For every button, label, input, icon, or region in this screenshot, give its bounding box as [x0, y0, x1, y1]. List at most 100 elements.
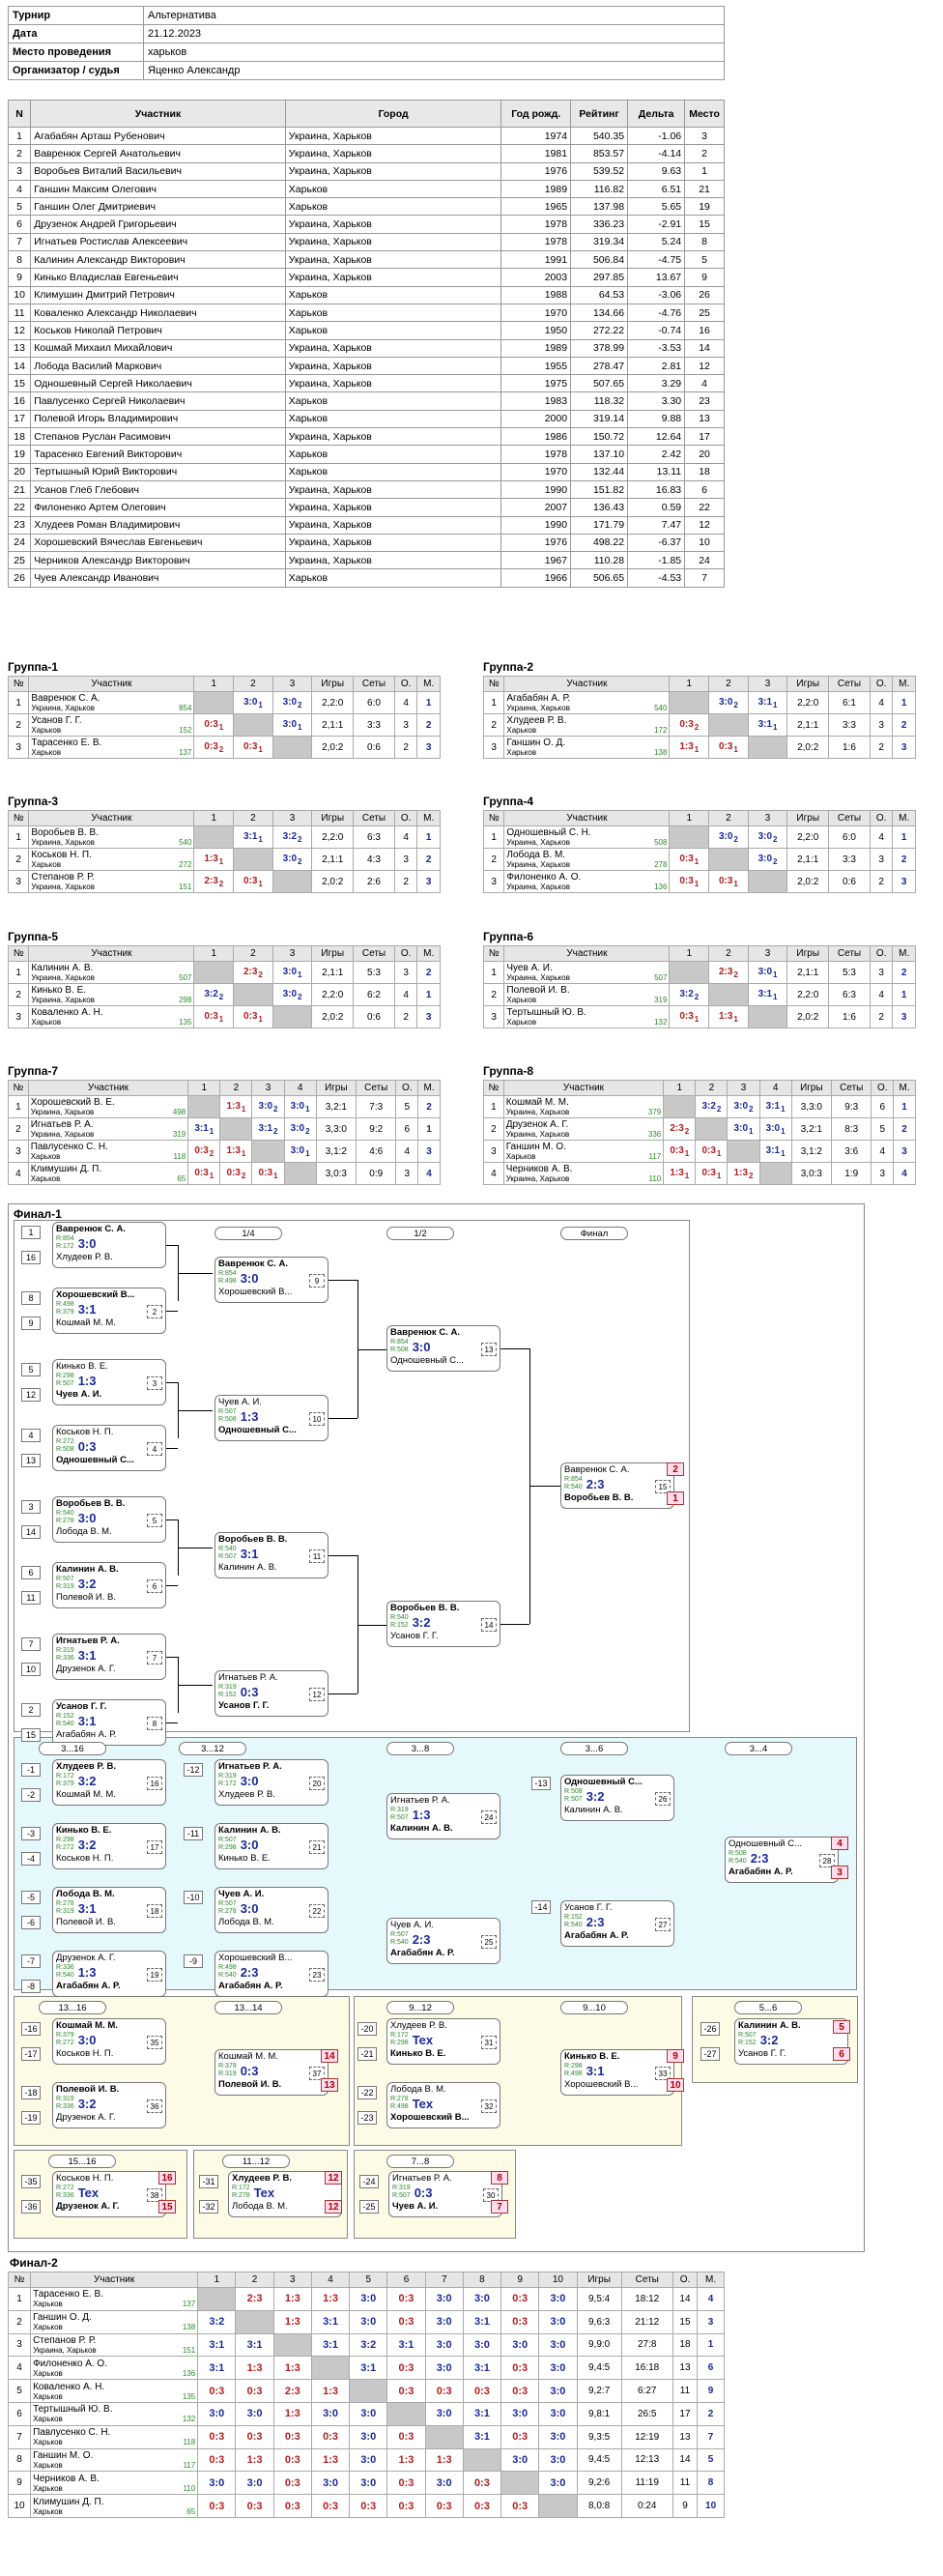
final2-points: 13 — [672, 2424, 699, 2449]
final2-score: 0:3 — [284, 2500, 300, 2512]
group-score-sub: 2 — [733, 834, 738, 844]
players-cell: 319.34 — [570, 232, 629, 252]
final2-score: 0:3 — [436, 2500, 452, 2512]
final2-header-cell: Участник — [30, 2272, 199, 2288]
final2-sets: 11:19 — [620, 2471, 673, 2496]
final2-score-cell: 3:2 — [349, 2332, 388, 2358]
seed-slot: 8 — [21, 1291, 41, 1305]
players-header-cell: Участник — [30, 100, 286, 128]
final2-num: 8 — [7, 2447, 32, 2473]
group-diag-cell — [271, 736, 313, 759]
group-header-cell: Участник — [503, 810, 671, 826]
match-player-top: Друзенок А. Г. — [56, 1953, 116, 1963]
group-points: 3 — [393, 713, 418, 737]
match-box: Хлудеев Р. В. R:172 R:298 Tex Кинько В. Е. 31 — [386, 2018, 500, 2065]
group-table: № Участник 1 2 3 Игры Сеты О. М. 1 Вавренюк С. А. У… — [7, 676, 441, 759]
final2-score: 3:0 — [512, 2453, 529, 2466]
match-player-bottom: Калинин А. В. — [564, 1805, 623, 1815]
match-rating: R:278 — [218, 1908, 237, 1915]
players-cell: 4 — [7, 179, 32, 199]
group-row-num: 2 — [482, 983, 505, 1006]
final2-place: 7 — [697, 2424, 725, 2449]
players-row: 26 Чуев Александр Иванович Харьков 1966 506.… — [7, 568, 725, 588]
match-rating: R:379 — [56, 1780, 74, 1787]
final2-score: 0:3 — [474, 2500, 490, 2512]
final2-player: Ганшин О. Д. Харьков 138 — [30, 2309, 199, 2334]
bracket-line — [166, 1382, 178, 1383]
place-badge: 4 — [831, 1837, 848, 1850]
final2-score-cell: 0:3 — [386, 2309, 426, 2334]
match-rating: R:272 — [56, 1438, 74, 1445]
group-score: 0:3 — [679, 853, 694, 864]
final2-score-cell: 0:3 — [235, 2494, 274, 2518]
match-box: Кинько В. Е. R:298 R:272 3:2 Коськов Н. П. 17 — [52, 1823, 166, 1869]
group-points: 3 — [869, 961, 894, 984]
group-player-city: Украина, Харьков — [506, 838, 570, 847]
final2-sets: 27:8 — [620, 2332, 673, 2358]
group-player-rating: 540 — [179, 838, 192, 847]
final2-player-meta: Харьков 137 — [33, 2300, 195, 2308]
group-player-city: Харьков — [31, 1018, 62, 1027]
group-row-num: 1 — [7, 691, 30, 714]
players-cell: 16 — [7, 391, 32, 411]
match-ratings: R:507 R:278 — [218, 1900, 237, 1916]
players-cell: 21 — [7, 479, 32, 500]
players-row: 1 Агабабян Арташ Рубенович Украина, Харько… — [7, 126, 725, 146]
group-player-city: Харьков — [31, 748, 62, 757]
group-diag-cell — [251, 1140, 285, 1163]
group-score-cell: 3:11 — [747, 983, 788, 1006]
group-score-sub: 2 — [218, 992, 224, 1001]
group-score-cell: 0:31 — [233, 870, 273, 893]
seed-slot: -17 — [21, 2047, 41, 2061]
group-games: 2,1:1 — [786, 713, 830, 737]
group-row: 2 Усанов Г. Г. Харьков 152 0:31 3:01 2,1:1 3:3 3… — [7, 713, 441, 737]
final2-header-cell: Игры — [576, 2272, 622, 2288]
group-player-rating: 135 — [179, 1018, 192, 1027]
match-player-bottom: Чуев А. И. — [392, 2201, 439, 2212]
group-player: Тарасенко Е. В. Харьков 137 — [28, 736, 195, 759]
group-row: 1 Однoшевный С. Н. Украина, Харьков 508 3:02… — [482, 825, 916, 849]
match-rating: R:319 — [56, 1583, 74, 1590]
match-score: 2:3 — [586, 1476, 605, 1491]
group-score-cell: 3:02 — [747, 825, 788, 849]
group-points: 4 — [869, 825, 894, 849]
info-key: Организатор / судья — [8, 61, 144, 80]
group-header: № Участник 1 2 3 4 Игры Сеты О. М. — [8, 1080, 441, 1096]
group-score-cell: 3:11 — [233, 825, 273, 849]
match-player-top: Калинин А. В. — [56, 1564, 119, 1575]
match-number: 4 — [147, 1442, 162, 1456]
group-score-sub: 1 — [694, 744, 700, 754]
match-number: 7 — [147, 1651, 162, 1664]
players-cell: 13 — [7, 338, 32, 358]
match-ratings: R:379 R:272 — [56, 2032, 74, 2047]
seed-slot: -12 — [184, 1763, 203, 1777]
group-row-num: 4 — [483, 1162, 504, 1185]
final2-score: 3:0 — [246, 2476, 263, 2489]
players-cell: 1967 — [500, 551, 572, 570]
group-row: 3 Павлусенко С. Н. Харьков 118 0:32 1:31 3:01 3… — [8, 1140, 441, 1163]
final2-score-cell: 0:3 — [272, 2424, 312, 2449]
final2-place: 1 — [697, 2332, 725, 2358]
group-header: № Участник 1 2 3 Игры Сеты О. М. — [482, 945, 916, 962]
group-score: 0:3 — [258, 1167, 272, 1178]
group-place: 1 — [893, 1095, 916, 1118]
final2-score-cell: 1:3 — [310, 2379, 351, 2403]
final2-score: 3:0 — [436, 2361, 452, 2374]
players-row: 14 Лобода Василий Маркович Украина, Харько… — [7, 356, 725, 376]
seed-slot: -31 — [199, 2175, 218, 2188]
round-label: 1/2 — [386, 1227, 454, 1240]
match-player-top: Воробьев В. В. — [218, 1534, 288, 1545]
place-badge: 14 — [321, 2049, 338, 2063]
final2-score-cell: 3:0 — [310, 2401, 351, 2426]
group-games: 3,1:2 — [315, 1140, 357, 1163]
group-score-sub: 1 — [218, 856, 224, 866]
final2-score: 0:3 — [284, 2476, 300, 2489]
final2-player: Климушин Д. П. Харьков 65 — [30, 2494, 199, 2518]
group-points: 5 — [395, 1095, 419, 1118]
group-score: 3:1 — [765, 1100, 781, 1112]
match-score: Tex — [412, 2096, 434, 2111]
group-header-cell: 2 — [219, 1080, 253, 1096]
final2-header-cell: 7 — [424, 2272, 464, 2288]
players-cell: 9 — [684, 268, 725, 287]
group-games: 2,1:1 — [311, 713, 355, 737]
